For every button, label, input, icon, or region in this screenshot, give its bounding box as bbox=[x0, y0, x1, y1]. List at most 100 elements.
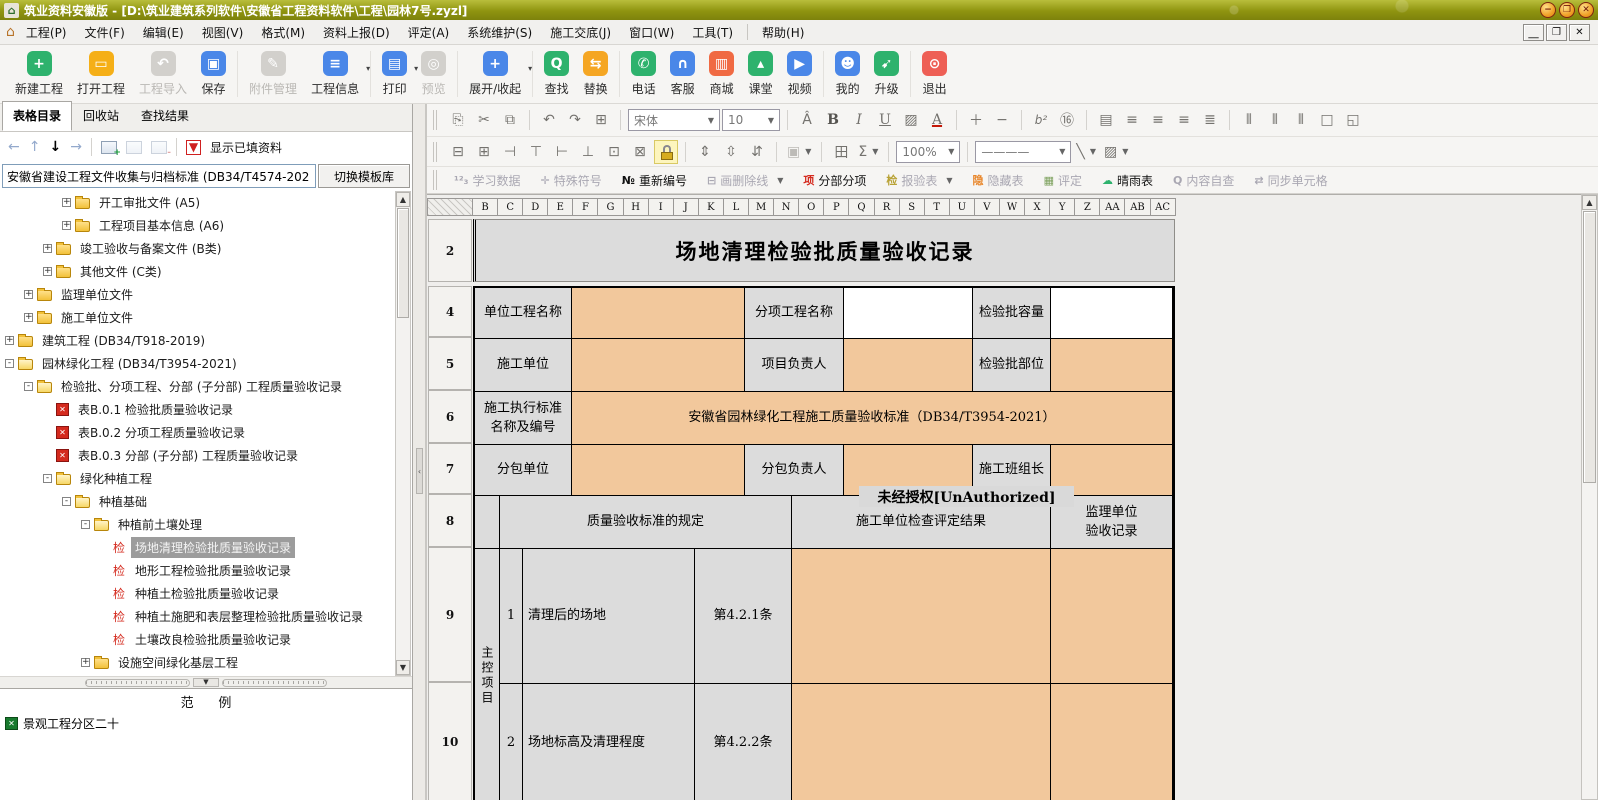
standard-label-cell[interactable]: 施工执行标准 名称及编号 bbox=[475, 392, 572, 445]
filter-icon[interactable]: ▼ bbox=[186, 140, 201, 155]
mine-button[interactable]: ☻我的 bbox=[835, 51, 860, 97]
row-header[interactable]: 6 bbox=[428, 390, 472, 443]
toolbar-grip[interactable] bbox=[433, 142, 437, 162]
classroom-button[interactable]: ▴课堂 bbox=[748, 51, 773, 97]
print-button[interactable]: ▤▾打印 bbox=[382, 51, 407, 97]
italic-button[interactable]: I bbox=[847, 108, 871, 132]
item1-number-cell[interactable]: 1 bbox=[500, 549, 523, 684]
tab-table-catalog[interactable]: 表格目录 bbox=[2, 101, 72, 131]
splitter-collapse-icon[interactable]: ▼ bbox=[193, 678, 219, 687]
subitem-label-cell[interactable]: 分项工程名称 bbox=[745, 288, 844, 339]
unit-project-value-cell[interactable] bbox=[572, 288, 745, 339]
paste-format-button[interactable]: ⊞ bbox=[589, 108, 613, 132]
hide-table-button[interactable]: 隐隐藏表 bbox=[963, 172, 1034, 189]
minimize-button[interactable]: − bbox=[1540, 2, 1556, 18]
column-header-L[interactable]: L bbox=[724, 198, 749, 216]
row-header[interactable]: 2 bbox=[428, 219, 472, 282]
column-header-H[interactable]: H bbox=[624, 198, 649, 216]
column-header-F[interactable]: F bbox=[573, 198, 598, 216]
menu-item-1[interactable]: 文件(F) bbox=[76, 20, 134, 45]
expand-plus-icon[interactable]: + bbox=[43, 267, 52, 276]
tree-item-6[interactable]: +建筑工程 (DB34/T918-2019) bbox=[1, 329, 394, 352]
evaluate-button[interactable]: ▦评定 bbox=[1034, 172, 1092, 189]
insert-image-button[interactable]: ▣▼ bbox=[784, 140, 814, 164]
tree-scrollbar[interactable]: ▲ ▼ bbox=[395, 191, 411, 676]
example-item[interactable]: ✕ 景观工程分区二十 bbox=[0, 713, 412, 734]
column-header-X[interactable]: X bbox=[1025, 198, 1050, 216]
text-direction-button[interactable]: ⇵ bbox=[745, 140, 769, 164]
row-spacing-decrease-button[interactable]: ⇳ bbox=[719, 140, 743, 164]
tree-item-2[interactable]: +竣工验收与备案文件 (B类) bbox=[1, 237, 394, 260]
valign-top-button[interactable]: ⫴ bbox=[1237, 108, 1261, 132]
menu-item-3[interactable]: 视图(V) bbox=[193, 20, 253, 45]
header-spacer-cell[interactable] bbox=[475, 496, 500, 549]
tree-item-12[interactable]: -绿化种植工程 bbox=[1, 467, 394, 490]
strike-line-button[interactable]: ⊟画删除线▼ bbox=[697, 172, 793, 189]
mdi-close-button[interactable]: ✕ bbox=[1569, 24, 1590, 41]
column-header-G[interactable]: G bbox=[598, 198, 623, 216]
split-row-button[interactable]: ⊞ bbox=[472, 140, 496, 164]
inspection-form-button[interactable]: 检报验表▼ bbox=[876, 172, 962, 189]
tab-recycle-bin[interactable]: 回收站 bbox=[72, 101, 130, 131]
valign-bottom-button[interactable]: ⫴ bbox=[1289, 108, 1313, 132]
menu-item-0[interactable]: 工程(P) bbox=[17, 20, 76, 45]
new-project-button[interactable]: +新建工程 bbox=[15, 51, 63, 97]
batch-part-value-cell[interactable] bbox=[1051, 339, 1173, 392]
sheet-scrollbar[interactable]: ▲ bbox=[1581, 194, 1598, 800]
fill-color-button[interactable]: ▨ bbox=[899, 108, 923, 132]
subdivision-button[interactable]: 项分部分项 bbox=[793, 172, 876, 189]
column-header-Z[interactable]: Z bbox=[1075, 198, 1100, 216]
bold-button[interactable]: B bbox=[821, 108, 845, 132]
scroll-down-icon[interactable]: ▼ bbox=[396, 660, 410, 675]
column-header-V[interactable]: V bbox=[975, 198, 1000, 216]
shrink-cell-button[interactable]: ◱ bbox=[1341, 108, 1365, 132]
tree-item-18[interactable]: 检种植土施肥和表层整理检验批质量验收记录 bbox=[1, 605, 394, 628]
cut-row-button[interactable]: ⊟ bbox=[446, 140, 470, 164]
column-header-U[interactable]: U bbox=[950, 198, 975, 216]
expand-plus-icon[interactable]: + bbox=[5, 336, 14, 345]
menu-item-10[interactable]: 工具(T) bbox=[683, 20, 742, 45]
insert-row-button[interactable]: ⊥ bbox=[576, 140, 600, 164]
save-button[interactable]: ▣保存 bbox=[201, 51, 226, 97]
tree-item-19[interactable]: 检土壤改良检验批质量验收记录 bbox=[1, 628, 394, 651]
column-header-T[interactable]: T bbox=[925, 198, 950, 216]
panel-splitter[interactable]: ▼ bbox=[0, 676, 412, 688]
font-color-button[interactable]: A bbox=[925, 108, 949, 132]
expand-plus-icon[interactable]: + bbox=[43, 244, 52, 253]
renumber-button[interactable]: №重新编号 bbox=[612, 172, 697, 189]
merge-cells-button[interactable]: ⊡ bbox=[602, 140, 626, 164]
item1-name-cell[interactable]: 清理后的场地 bbox=[523, 549, 695, 684]
home-icon[interactable]: ⌂ bbox=[6, 24, 15, 40]
tree-item-4[interactable]: +监理单位文件 bbox=[1, 283, 394, 306]
builder-value-cell[interactable] bbox=[572, 339, 745, 392]
scroll-up-icon[interactable]: ▲ bbox=[1582, 195, 1597, 210]
phone-button[interactable]: ✆电话 bbox=[631, 51, 656, 97]
tree-item-14[interactable]: -种植前土壤处理 bbox=[1, 513, 394, 536]
subcontract-label-cell[interactable]: 分包单位 bbox=[475, 445, 572, 496]
column-header-R[interactable]: R bbox=[875, 198, 900, 216]
border-settings-button[interactable]: 田 bbox=[829, 140, 853, 164]
project-info-button[interactable]: ≡▾工程信息 bbox=[311, 51, 359, 97]
column-header-W[interactable]: W bbox=[1000, 198, 1025, 216]
paste-button[interactable]: ⧉ bbox=[498, 108, 522, 132]
menu-item-6[interactable]: 评定(A) bbox=[399, 20, 459, 45]
builder-label-cell[interactable]: 施工单位 bbox=[475, 339, 572, 392]
page-setup-button[interactable]: ▤ bbox=[1094, 108, 1118, 132]
superscript-button[interactable]: b² bbox=[1029, 108, 1053, 132]
redo-button[interactable]: ↷ bbox=[563, 108, 587, 132]
diagonal-line-button[interactable]: ╲▼ bbox=[1073, 140, 1099, 164]
item2-number-cell[interactable]: 2 bbox=[500, 684, 523, 800]
column-header-S[interactable]: S bbox=[900, 198, 925, 216]
expand-plus-icon[interactable]: + bbox=[24, 313, 33, 322]
column-header-AB[interactable]: AB bbox=[1125, 198, 1150, 216]
copy-button[interactable]: ⎘ bbox=[446, 108, 470, 132]
learning-data-button[interactable]: ¹²₃学习数据 bbox=[444, 172, 530, 189]
unit-project-label-cell[interactable]: 单位工程名称 bbox=[475, 288, 572, 339]
item2-supervision-cell[interactable] bbox=[1051, 684, 1173, 800]
tree-item-3[interactable]: +其他文件 (C类) bbox=[1, 260, 394, 283]
align-justify-button[interactable]: ≣ bbox=[1198, 108, 1222, 132]
column-header-D[interactable]: D bbox=[523, 198, 548, 216]
column-header-C[interactable]: C bbox=[498, 198, 523, 216]
tree-item-9[interactable]: ✕表B.0.1 检验批质量验收记录 bbox=[1, 398, 394, 421]
find-button[interactable]: Q查找 bbox=[544, 51, 569, 97]
